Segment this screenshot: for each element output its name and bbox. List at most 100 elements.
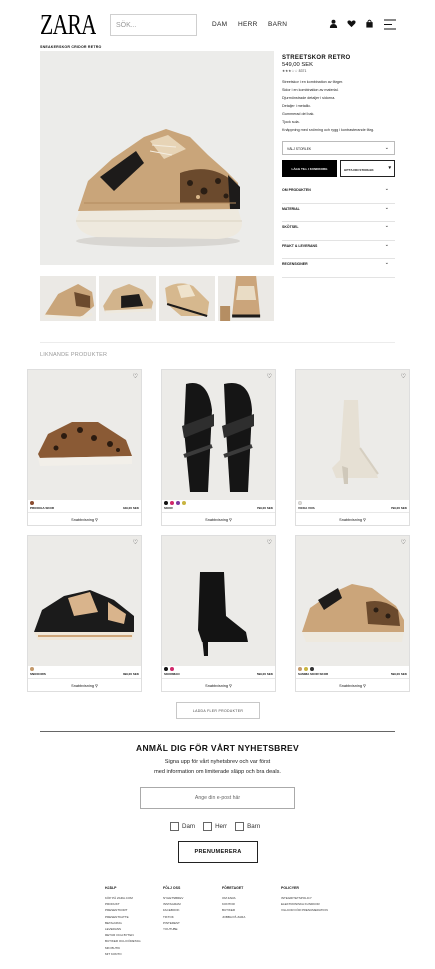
color-swatch[interactable]: [298, 501, 302, 505]
color-swatches: [164, 501, 186, 505]
divider: [40, 731, 395, 732]
divider: [40, 342, 395, 343]
menu-icon[interactable]: [384, 19, 396, 30]
footer-link[interactable]: YOUTUBE: [163, 926, 183, 932]
breadcrumb[interactable]: SNEAKERSKOR CRIDOR RETRO: [40, 45, 102, 49]
product-card[interactable]: ♡ SAMMA SKOR SKOR 599,00 SEK Snabbvisnin…: [295, 535, 410, 692]
quick-view-button[interactable]: Snabbvisning ⚲: [296, 512, 409, 525]
accordion-about[interactable]: OM PRODUKTEN ⌄: [282, 185, 395, 204]
accordion-label: MATERIAL: [282, 206, 300, 211]
thumbnail-3[interactable]: [158, 276, 215, 321]
wishlist-heart-icon[interactable]: ♡: [401, 373, 406, 380]
color-swatch[interactable]: [304, 667, 308, 671]
size-select[interactable]: VÄLJ STORLEK ⌄: [282, 141, 395, 155]
checkbox-box[interactable]: [235, 822, 245, 831]
product-card-image[interactable]: [162, 370, 275, 500]
product-card[interactable]: ♡ VICKA VIVA 799,00 SEK Snabbvisning ⚲: [295, 369, 410, 526]
product-card-price: 799,00 SEK: [390, 506, 407, 510]
product-card-image[interactable]: [28, 536, 141, 666]
color-swatch[interactable]: [298, 667, 302, 671]
product-card-image[interactable]: [28, 370, 141, 500]
product-card[interactable]: ♡ PRICKIGA SKOR 349,00 SEK Snabbvisning …: [27, 369, 142, 526]
bag-icon[interactable]: [365, 19, 374, 28]
chevron-down-icon: ⌄: [384, 241, 389, 248]
checkbox-box[interactable]: [170, 822, 179, 831]
similar-products-title: LIKNANDE PRODUKTER: [40, 352, 108, 358]
search-icon: ⚲: [363, 684, 366, 688]
footer-link[interactable]: VILLKOR FÖR PRENUMERATION: [281, 907, 328, 913]
quick-view-button[interactable]: Snabbvisning ⚲: [162, 678, 275, 691]
color-swatch[interactable]: [182, 501, 186, 505]
checkbox-herr[interactable]: Herr: [203, 822, 227, 831]
add-to-cart-button[interactable]: LÄGG TILL I KUNDKORG: [282, 160, 337, 177]
description-line: Detaljer i metallic.: [282, 104, 312, 108]
email-field[interactable]: Ange din e-post här: [140, 787, 295, 809]
color-swatches: [164, 667, 174, 671]
wishlist-heart-icon[interactable]: ♡: [133, 373, 138, 380]
checkbox-barn[interactable]: Barn: [235, 822, 260, 831]
product-price: 549,00 SEK: [282, 62, 313, 68]
color-swatch[interactable]: [30, 667, 34, 671]
color-swatch[interactable]: [164, 667, 168, 671]
color-swatch[interactable]: [170, 501, 174, 505]
footer-link[interactable]: JOBBA PÅ ZARA: [222, 914, 245, 920]
product-card[interactable]: ♡ SNICKORS 399,00 SEK Snabbvisning ⚲: [27, 535, 142, 692]
product-card[interactable]: ♡ SKOR 799,00 SEK Snabbvisning ⚲: [161, 369, 276, 526]
load-more-button[interactable]: LADDA FLER PRODUKTER: [176, 702, 260, 719]
thumbnail-2[interactable]: [99, 276, 156, 321]
accordion-material[interactable]: MATERIAL ⌄: [282, 204, 395, 222]
subscribe-button[interactable]: PRENUMERERA: [178, 841, 258, 863]
color-swatch[interactable]: [170, 667, 174, 671]
description-line: Djurmönstrade detaljer i sidorna.: [282, 96, 336, 100]
product-card-name: PRICKIGA SKOR: [30, 506, 55, 510]
product-rating[interactable]: ★★★☆☆ 8371: [282, 69, 397, 73]
newsletter-text-line: med information om limiterade släpp och …: [154, 769, 281, 775]
accordion-label: OM PRODUKTEN: [282, 188, 311, 192]
description-line: Gummerad del bak.: [282, 112, 315, 116]
accordion-label: SKÖTSEL: [282, 225, 299, 229]
quick-view-button[interactable]: Snabbvisning ⚲: [162, 512, 275, 525]
product-card-image[interactable]: [296, 370, 409, 500]
user-icon[interactable]: [329, 19, 338, 28]
footer-column-company: FÖRETAGET OM ZARA KONTOR BUTIKER JOBBA P…: [222, 886, 245, 920]
checkbox-dam[interactable]: Dam: [170, 822, 195, 831]
product-card[interactable]: ♡ SKORMAN 599,00 SEK Snabbvisning ⚲: [161, 535, 276, 692]
color-swatch[interactable]: [176, 501, 180, 505]
product-card-image[interactable]: [296, 536, 409, 666]
footer-link[interactable]: MIT KONTO: [105, 951, 141, 957]
footer-heading: POLICYER: [281, 886, 299, 890]
thumbnail-4[interactable]: [217, 276, 274, 321]
product-card-image[interactable]: [162, 536, 275, 666]
color-swatch[interactable]: [30, 501, 34, 505]
nav-barn[interactable]: BARN: [268, 21, 287, 28]
accordion-reviews[interactable]: RECENSIONER ⌄: [282, 259, 395, 278]
nav-dam[interactable]: DAM: [212, 21, 227, 28]
wishlist-heart-icon[interactable]: ♡: [401, 539, 406, 546]
quick-view-button[interactable]: Snabbvisning ⚲: [28, 512, 141, 525]
chevron-down-icon: ⌄: [384, 145, 389, 151]
product-main-image[interactable]: [40, 51, 274, 265]
accordion-shipping[interactable]: FRAKT & LEVERANS ⌄: [282, 241, 395, 259]
nav-herr[interactable]: HERR: [238, 21, 258, 28]
color-swatch[interactable]: [164, 501, 168, 505]
footer-link[interactable]: BUTIKER OCH FÖRETAG: [105, 938, 141, 944]
heart-icon[interactable]: [347, 19, 356, 28]
checkbox-label: Dam: [182, 823, 196, 830]
accordion-care[interactable]: SKÖTSEL ⌄: [282, 222, 395, 241]
search-input[interactable]: SÖK...: [110, 14, 197, 36]
quick-view-button[interactable]: Snabbvisning ⚲: [296, 678, 409, 691]
checkbox-box[interactable]: [203, 822, 213, 831]
thumbnail-1[interactable]: [40, 276, 97, 321]
wishlist-heart-icon[interactable]: ♡: [267, 373, 272, 380]
footer-column-follow: FÖLJ OSS NYHETSBREV INSTAGRAM FACEBOOK T…: [163, 886, 183, 932]
description-line: Streetskor i en kombination av färger.: [282, 80, 344, 84]
wishlist-heart-icon[interactable]: ♡: [133, 539, 138, 546]
newsletter-checkboxes: Dam Herr Barn: [170, 822, 260, 831]
color-swatch[interactable]: [310, 667, 314, 671]
find-size-button[interactable]: HITTA DIN STORLEK ▾: [340, 160, 395, 177]
zara-logo[interactable]: ZARA: [40, 11, 96, 37]
search-icon: ⚲: [363, 518, 366, 522]
quick-view-button[interactable]: Snabbvisning ⚲: [28, 678, 141, 691]
product-card-name: VICKA VIVA: [298, 506, 315, 510]
wishlist-heart-icon[interactable]: ♡: [267, 539, 272, 546]
